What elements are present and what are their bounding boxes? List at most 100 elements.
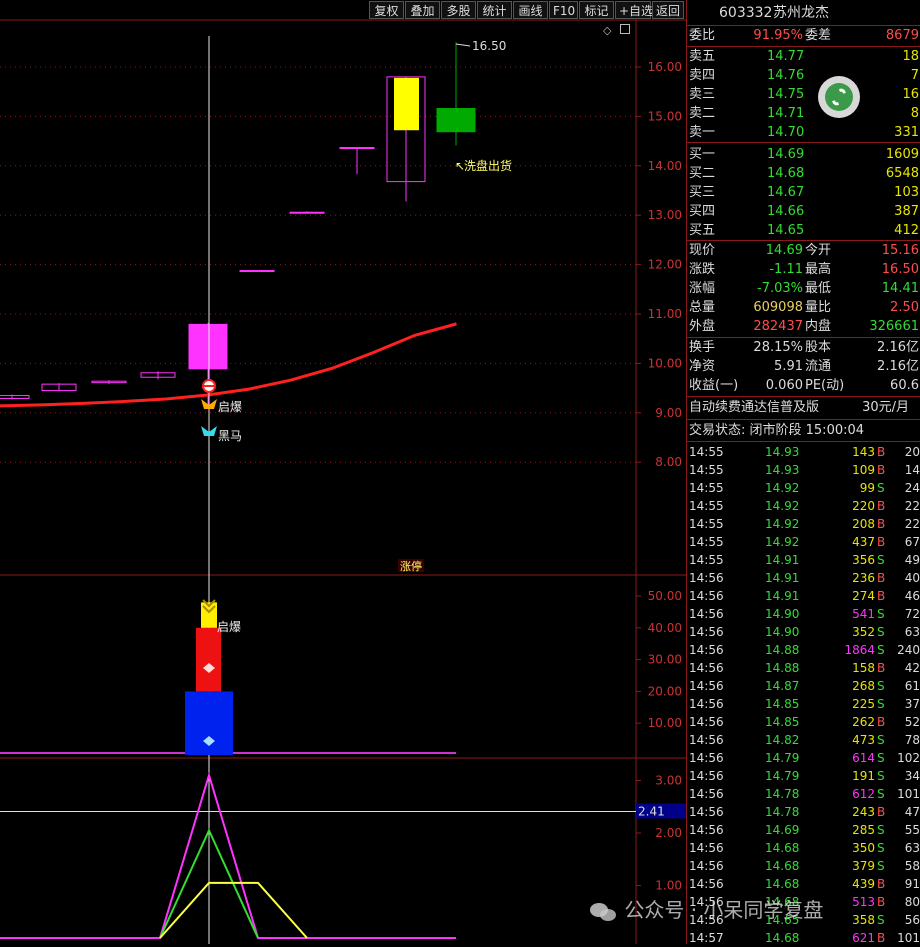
tick-row: 14:56 14.69 285 S 55 [687,821,920,839]
tick-side: B [877,517,886,531]
tick-side: S [877,751,885,765]
tick-count: 24 [904,481,920,495]
limit-up-badge: 涨停 [400,559,422,573]
wechat-icon [588,901,618,923]
back-button[interactable]: 返回 [652,1,684,19]
tick-count: 56 [904,913,920,927]
kline-chart[interactable]: 16.00 15.00 14.00 13.00 12.00 11.00 10.00 9.00 8… [0,0,686,944]
tick-volume: 541 [852,607,875,621]
tick-price: 14.92 [765,535,800,549]
tick-time: 14:56 [689,859,724,873]
tick-volume: 274 [852,589,875,603]
tick-side: S [877,841,885,855]
draw-line-button[interactable]: 画线 [513,1,548,19]
mark-button[interactable]: 标记 [579,1,614,19]
fundamental-row: 净资 5.91 流通 2.16亿 [689,359,919,374]
quote-row: 总量 609098 量比 2.50 [689,300,919,315]
diamond-icon[interactable]: ◇ [603,24,611,37]
tick-volume: 352 [852,625,875,639]
app-logo-icon [818,76,860,118]
tick-count: 22 [904,517,920,531]
volume-tick-label: 30.00 [648,653,682,667]
tick-volume: 109 [852,463,875,477]
volume-tick-label: 20.00 [648,684,682,698]
tick-side: S [877,481,885,495]
tick-count: 55 [904,823,920,837]
indicator-tick-label: 3.00 [655,774,682,788]
quote-row: 现价 14.69 今开 15.16 [689,243,919,258]
tick-time: 14:56 [689,697,724,711]
buy-level-1: 买一 14.69 1609 [689,147,919,162]
panel-toggle-icon[interactable] [620,24,630,34]
tick-price: 14.88 [765,643,800,657]
stock-header: 603332 苏州龙杰 [687,4,920,24]
price-tick-label: 11.00 [648,307,682,321]
indicator-current-value: 2.41 [638,804,665,818]
candle-body [239,270,275,273]
tick-side: S [877,553,885,567]
tick-time: 14:56 [689,805,724,819]
tick-row: 14:56 14.91 236 B 40 [687,569,920,587]
tick-row: 14:56 14.68 439 B 91 [687,875,920,893]
volume-tick-label: 40.00 [648,621,682,635]
tick-side: S [877,733,885,747]
tick-price: 14.79 [765,769,800,783]
tick-time: 14:55 [689,535,724,549]
tick-count: 78 [904,733,920,747]
buy-level-5: 买五 14.65 412 [689,223,919,238]
tick-volume: 262 [852,715,875,729]
sell-level-4: 卖四 14.76 7 [689,68,919,83]
candle-body [188,323,228,370]
multi-stock-button[interactable]: 多股 [441,1,476,19]
tick-time: 14:56 [689,661,724,675]
tick-count: 34 [904,769,920,783]
overlay-button[interactable]: 叠加 [405,1,440,19]
tick-time: 14:55 [689,499,724,513]
tick-count: 80 [904,895,920,909]
stock-name: 苏州龙杰 [773,5,829,21]
statistics-button[interactable]: 统计 [477,1,512,19]
tick-side: S [877,859,885,873]
f10-button[interactable]: F10 [549,1,578,19]
promo-row[interactable]: 自动续费通达信普及版 30元/月 [687,398,920,417]
tick-side: B [877,877,886,891]
tick-row: 14:56 14.90 352 S 63 [687,623,920,641]
tick-count: 46 [904,589,920,603]
tick-time: 14:56 [689,625,724,639]
tick-time: 14:56 [689,877,724,891]
tick-price: 14.85 [765,697,800,711]
price-tick-label: 8.00 [655,455,682,469]
tick-time: 14:55 [689,481,724,495]
sell-level-1: 卖一 14.70 331 [689,125,919,140]
tick-count: 240 [897,643,920,657]
tick-side: B [877,535,886,549]
tick-side: S [877,913,885,927]
add-favorite-button[interactable]: +自选 [615,1,653,19]
tick-time: 14:56 [689,787,724,801]
tick-row: 14:55 14.92 208 B 22 [687,515,920,533]
tick-count: 61 [904,679,920,693]
tick-volume: 621 [852,931,875,945]
tick-time: 14:56 [689,769,724,783]
sell-level-5: 卖五 14.77 18 [689,49,919,64]
tick-side: B [877,499,886,513]
fundamental-row: 收益(一) 0.060 PE(动) 60.6 [689,378,919,393]
tick-row: 14:56 14.85 262 B 52 [687,713,920,731]
tick-time: 14:55 [689,553,724,567]
tick-volume: 225 [852,697,875,711]
buy-level-2: 买二 14.68 6548 [689,166,919,181]
candle-body [436,107,476,133]
tick-count: 102 [897,751,920,765]
kline-chart-area[interactable]: 16.00 15.00 14.00 13.00 12.00 11.00 10.00 9.00 8… [0,0,686,944]
quote-row: 涨跌 -1.11 最高 16.50 [689,262,919,277]
tick-row: 14:55 14.92 437 B 67 [687,533,920,551]
fuquan-button[interactable]: 复权 [369,1,404,19]
tick-volume: 220 [852,499,875,513]
tick-side: B [877,895,886,909]
tick-volume: 437 [852,535,875,549]
tick-row: 14:56 14.78 612 S 101 [687,785,920,803]
promo-text[interactable]: 自动续费通达信普及版 [689,398,819,417]
promo-price[interactable]: 30元/月 [862,398,909,417]
tick-price: 14.92 [765,481,800,495]
tick-volume: 143 [852,445,875,459]
